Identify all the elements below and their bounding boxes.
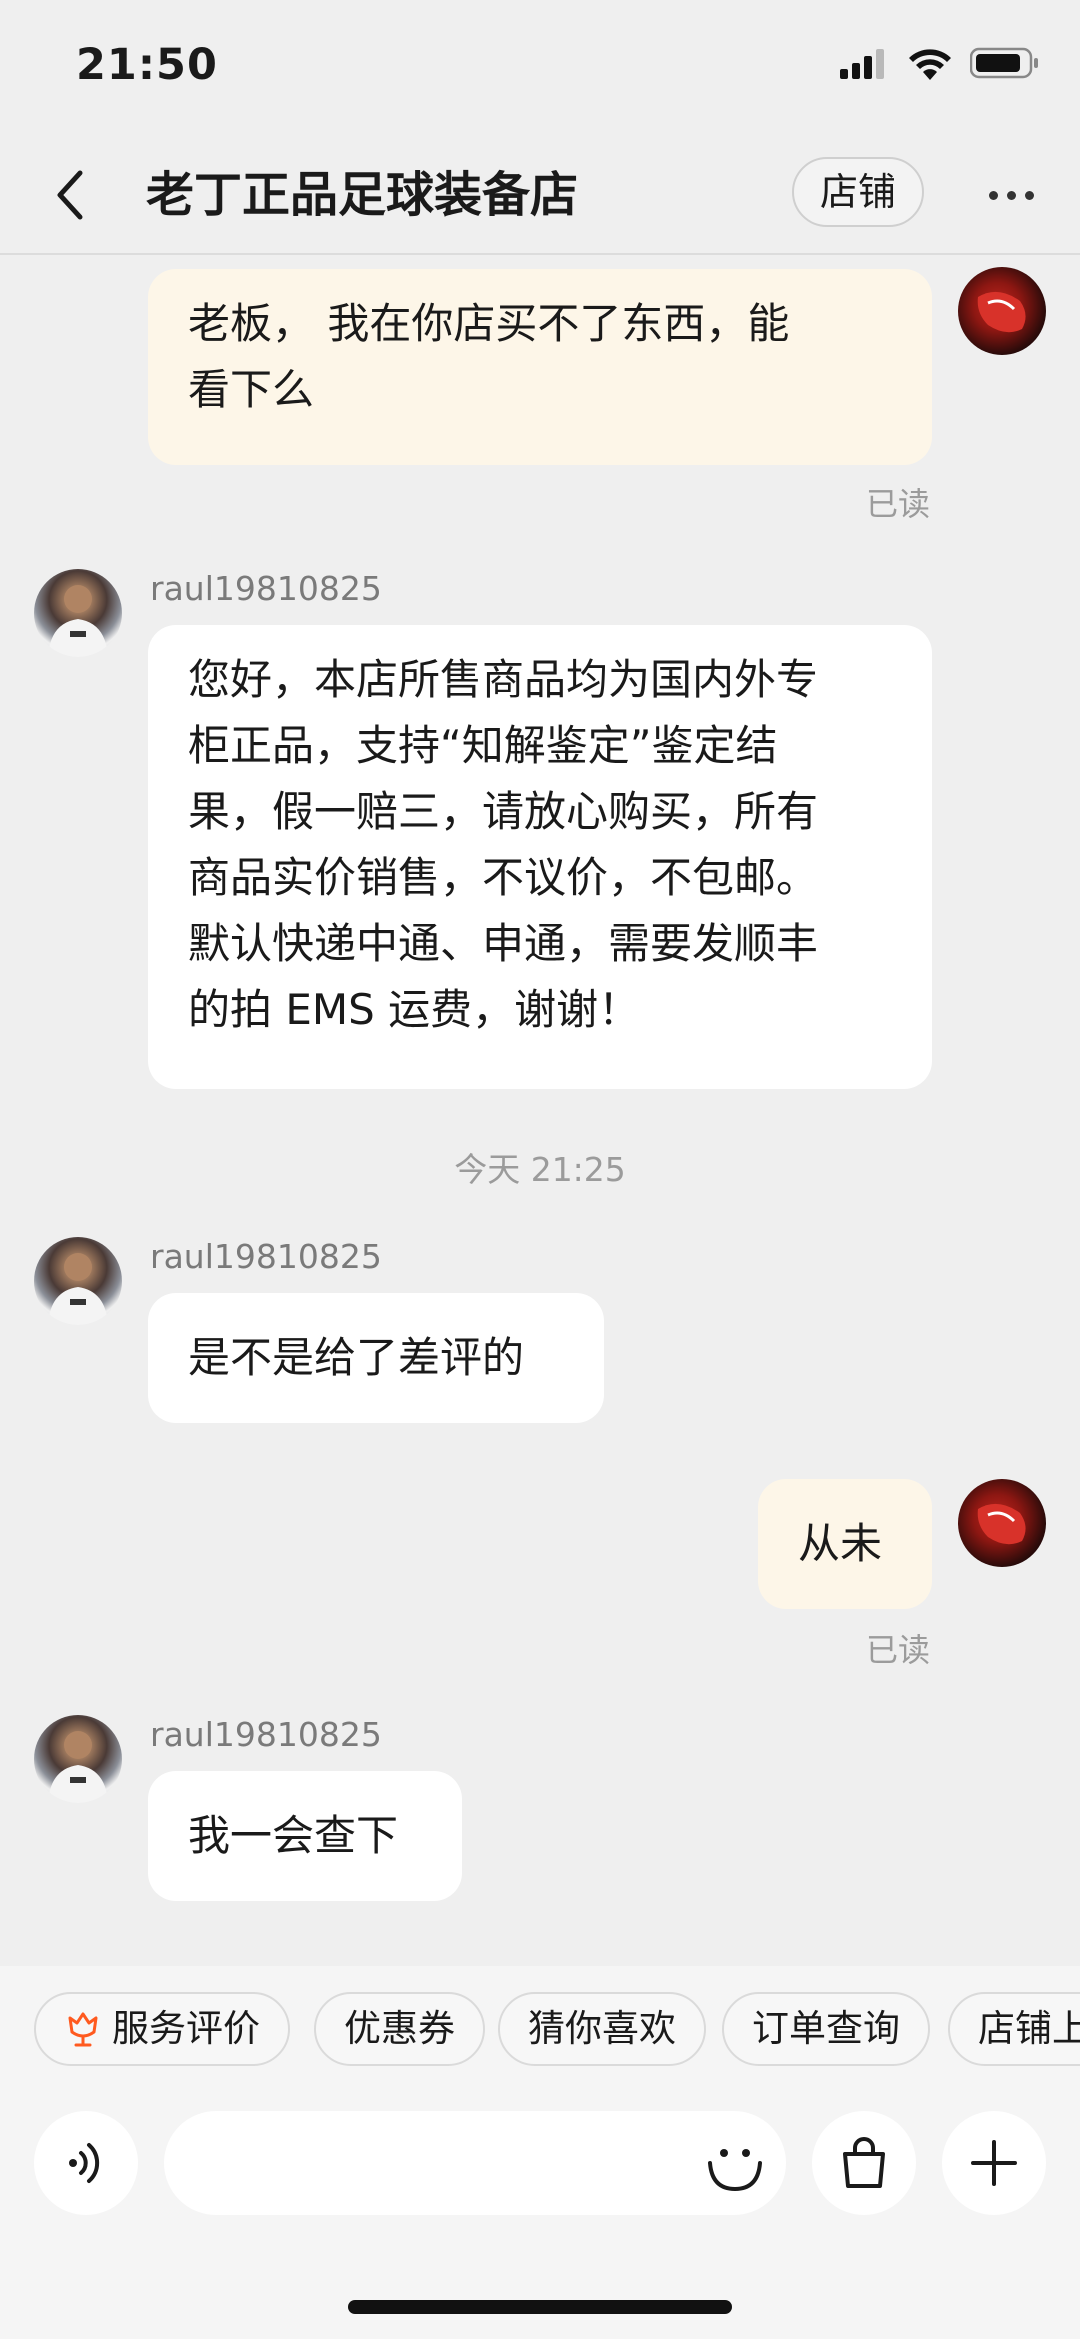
- battery-icon: [969, 46, 1040, 84]
- read-status: 已读: [866, 485, 931, 523]
- seller-avatar[interactable]: [34, 569, 122, 657]
- seller-avatar[interactable]: [34, 1237, 122, 1325]
- quick-action-recommend[interactable]: 猜你喜欢: [498, 1992, 706, 2066]
- message-bubble-incoming[interactable]: 我一会查下: [148, 1771, 462, 1901]
- product-button[interactable]: [812, 2111, 916, 2215]
- chat-screen: 21:50 老丁正品足球装备店 店铺 老板， 我在你店买不了东西，能 看下么 已…: [0, 0, 1080, 2339]
- status-time: 21:50: [76, 40, 218, 90]
- plus-icon: [971, 2140, 1017, 2186]
- quick-action-order-query[interactable]: 订单查询: [722, 1992, 930, 2066]
- shop-button[interactable]: 店铺: [792, 157, 924, 227]
- quick-action-shop[interactable]: 店铺上: [948, 1992, 1080, 2066]
- football-player-icon: [48, 585, 108, 657]
- read-status: 已读: [866, 1631, 931, 1669]
- flower-rating-icon: [68, 2012, 98, 2047]
- cellular-signal-icon: [840, 47, 890, 83]
- message-input[interactable]: [164, 2111, 786, 2215]
- sender-name: raul19810825: [150, 1237, 382, 1276]
- home-indicator[interactable]: [348, 2300, 732, 2314]
- chevron-left-icon: [57, 170, 83, 220]
- plus-button[interactable]: [942, 2111, 1046, 2215]
- voice-icon: [69, 2143, 100, 2183]
- my-avatar[interactable]: [958, 1479, 1046, 1567]
- red-football-boot-icon: [977, 291, 1026, 333]
- back-button[interactable]: [40, 163, 100, 227]
- emoji-button[interactable]: [700, 2129, 770, 2199]
- message-bubble-outgoing[interactable]: 老板， 我在你店买不了东西，能 看下么: [148, 269, 932, 465]
- shopping-bag-icon: [843, 2137, 885, 2188]
- football-player-icon: [48, 1731, 108, 1803]
- quick-action-coupon[interactable]: 优惠券: [314, 1992, 485, 2066]
- red-football-boot-icon: [977, 1503, 1026, 1545]
- emoji-smile-icon: [708, 2149, 762, 2192]
- status-bar: 21:50: [0, 0, 1080, 135]
- message-list[interactable]: 老板， 我在你店买不了东西，能 看下么 已读 raul19810825 您好，本…: [0, 257, 1080, 1965]
- sender-name: raul19810825: [150, 1715, 382, 1754]
- football-player-icon: [48, 1253, 108, 1325]
- voice-button[interactable]: [34, 2111, 138, 2215]
- more-button[interactable]: [980, 165, 1042, 225]
- time-separator: 今天 21:25: [454, 1150, 626, 1189]
- message-bubble-incoming[interactable]: 是不是给了差评的: [148, 1293, 604, 1423]
- seller-avatar[interactable]: [34, 1715, 122, 1803]
- message-bubble-incoming[interactable]: 您好，本店所售商品均为国内外专 柜正品，支持“知解鉴定”鉴定结 果，假一赔三，请…: [148, 625, 932, 1089]
- chat-header: 老丁正品足球装备店 店铺: [0, 135, 1080, 255]
- wifi-icon: [908, 46, 952, 84]
- more-dots-icon: [988, 190, 998, 200]
- status-icons: [840, 46, 1040, 84]
- quick-action-bar[interactable]: 服务评价 优惠券 猜你喜欢 订单查询 店铺上: [0, 1966, 1080, 2096]
- my-avatar[interactable]: [958, 267, 1046, 355]
- quick-action-service-rating[interactable]: 服务评价: [34, 1992, 290, 2066]
- shop-title: 老丁正品足球装备店: [146, 167, 579, 223]
- message-bubble-outgoing[interactable]: 从未: [758, 1479, 932, 1609]
- sender-name: raul19810825: [150, 569, 382, 608]
